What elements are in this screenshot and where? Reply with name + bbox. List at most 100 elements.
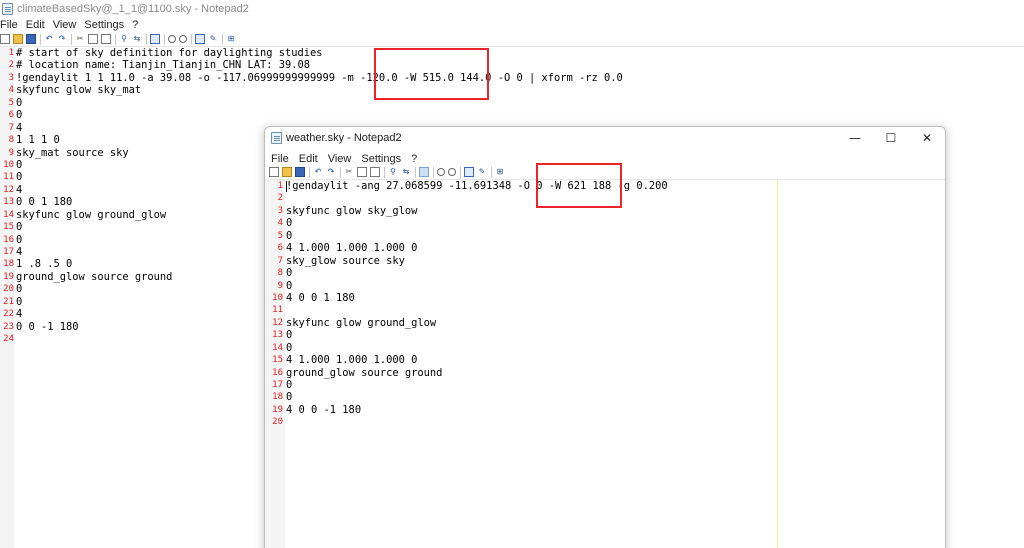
line-number: 17 <box>3 247 14 257</box>
line-number: 20 <box>272 417 283 428</box>
back-window-toolbar: ↶ ↷ ✂ ⚲ ⇆ ✎ ⊞ <box>0 33 1024 45</box>
line-text: 0 <box>286 229 293 242</box>
line-text: 4 <box>16 308 23 321</box>
scheme-icon[interactable] <box>195 34 205 44</box>
menu-file[interactable]: File <box>0 19 25 31</box>
new-file-icon[interactable] <box>0 34 10 44</box>
new-file-icon[interactable] <box>269 167 279 177</box>
back-window-titlebar[interactable]: climateBasedSky@_1_1@1100.sky - Notepad2 <box>0 0 1024 17</box>
menu-settings[interactable]: Settings <box>83 19 131 31</box>
line-number: 22 <box>3 309 14 320</box>
settings-icon[interactable]: ✎ <box>208 34 218 44</box>
line-number: 2 <box>8 60 14 71</box>
menu-view[interactable]: View <box>52 19 84 31</box>
line-number: 3 <box>8 72 14 83</box>
open-file-icon[interactable] <box>13 34 23 44</box>
toolbar-separator <box>491 166 492 178</box>
word-wrap-icon[interactable] <box>150 34 160 44</box>
line-number: 21 <box>3 296 14 307</box>
zoom-out-icon[interactable] <box>448 168 456 176</box>
find-icon[interactable]: ⚲ <box>119 34 129 44</box>
line-number: 24 <box>3 334 14 345</box>
toolbar-separator <box>309 166 310 178</box>
menu-edit[interactable]: Edit <box>25 19 52 31</box>
menu-settings[interactable]: Settings <box>359 153 409 165</box>
line-number: 13 <box>272 330 283 341</box>
copy-icon[interactable] <box>357 167 367 177</box>
zoom-in-icon[interactable] <box>168 35 176 43</box>
line-text: 0 <box>286 279 293 292</box>
toolbar-separator <box>415 166 416 178</box>
zoom-out-icon[interactable] <box>179 35 187 43</box>
front-window-menubar: File Edit View Settings ? <box>269 151 425 166</box>
line-number: 15 <box>272 355 283 366</box>
cut-icon[interactable]: ✂ <box>75 34 85 44</box>
close-button[interactable]: ✕ <box>909 127 945 149</box>
replace-icon[interactable]: ⇆ <box>132 34 142 44</box>
front-window-title: weather.sky - Notepad2 <box>286 132 402 144</box>
line-text: 4 1.000 1.000 1.000 0 <box>286 354 418 367</box>
line-text: 0 <box>16 283 23 296</box>
line-number: 3 <box>277 205 283 216</box>
line-text: 0 <box>16 295 23 308</box>
word-wrap-icon[interactable] <box>419 167 429 177</box>
undo-icon[interactable]: ↶ <box>313 167 323 177</box>
line-number: 13 <box>3 197 14 208</box>
redo-icon[interactable]: ↷ <box>57 34 67 44</box>
line-number: 6 <box>8 110 14 121</box>
front-window-titlebar[interactable]: weather.sky - Notepad2 — ☐ ✕ <box>265 127 945 149</box>
line-text: 0 <box>16 233 23 246</box>
menu-help[interactable]: ? <box>131 19 145 31</box>
menu-file[interactable]: File <box>269 153 297 165</box>
copy-icon[interactable] <box>88 34 98 44</box>
line-number: 23 <box>3 321 14 332</box>
line-text: skyfunc glow ground_glow <box>16 208 167 221</box>
undo-icon[interactable]: ↶ <box>44 34 54 44</box>
line-text: ground_glow source ground <box>16 270 173 283</box>
line-number: 9 <box>8 147 14 158</box>
toolbar-separator <box>40 33 41 45</box>
line-text: sky_mat source sky <box>16 146 129 159</box>
paste-icon[interactable] <box>370 167 380 177</box>
settings-icon[interactable]: ✎ <box>477 167 487 177</box>
notepad-app-icon <box>2 2 13 15</box>
line-text: skyfunc glow sky_mat <box>16 84 142 97</box>
line-number: 14 <box>272 342 283 353</box>
toolbar-separator <box>340 166 341 178</box>
line-text: skyfunc glow sky_glow <box>286 204 418 217</box>
line-number: 16 <box>272 367 283 378</box>
open-file-icon[interactable] <box>282 167 292 177</box>
toolbar-separator <box>222 33 223 45</box>
front-editor-area[interactable]: 1 !gendaylit -ang 27.068599 -11.691348 -O… <box>265 179 945 548</box>
paste-icon[interactable] <box>101 34 111 44</box>
replace-icon[interactable]: ⇆ <box>401 167 411 177</box>
menu-view[interactable]: View <box>326 153 360 165</box>
line-text: skyfunc glow ground_glow <box>286 316 437 329</box>
scheme-icon[interactable] <box>464 167 474 177</box>
menu-help[interactable]: ? <box>409 153 425 165</box>
toolbar-separator <box>460 166 461 178</box>
cut-icon[interactable]: ✂ <box>344 167 354 177</box>
find-icon[interactable]: ⚲ <box>388 167 398 177</box>
line-text: 0 <box>286 341 293 354</box>
redo-icon[interactable]: ↷ <box>326 167 336 177</box>
save-icon[interactable] <box>26 34 36 44</box>
line-number: 14 <box>3 209 14 220</box>
line-number: 11 <box>272 305 283 316</box>
line-text: 4 <box>16 246 23 258</box>
window-icon[interactable]: ⊞ <box>226 34 236 44</box>
window-caption-buttons: — ☐ ✕ <box>837 127 945 149</box>
line-text: 0 <box>16 158 23 171</box>
toolbar-separator <box>71 33 72 45</box>
window-icon[interactable]: ⊞ <box>495 167 505 177</box>
minimize-button[interactable]: — <box>837 127 873 149</box>
line-number: 16 <box>3 234 14 245</box>
menu-edit[interactable]: Edit <box>297 153 326 165</box>
save-icon[interactable] <box>295 167 305 177</box>
toolbar-separator <box>115 33 116 45</box>
maximize-button[interactable]: ☐ <box>873 127 909 149</box>
zoom-in-icon[interactable] <box>437 168 445 176</box>
line-number: 2 <box>277 193 283 204</box>
line-text: ground_glow source ground <box>286 366 443 379</box>
toolbar-separator <box>384 166 385 178</box>
